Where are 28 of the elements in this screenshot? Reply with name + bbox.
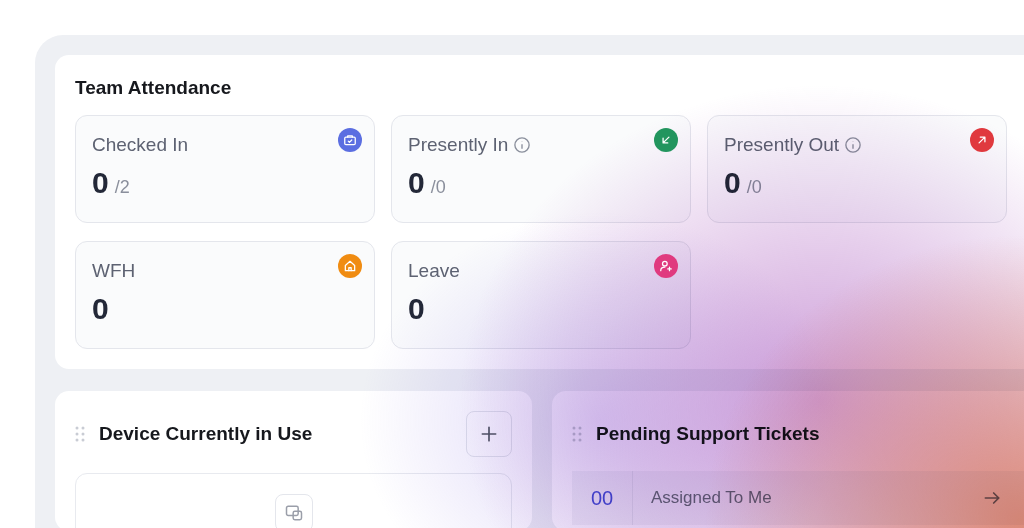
panel-title: Pending Support Tickets: [596, 423, 821, 445]
info-icon[interactable]: [844, 136, 863, 154]
ticket-row[interactable]: 00 Assigned To Me: [572, 471, 1024, 525]
plus-icon: [479, 424, 499, 444]
info-icon[interactable]: [513, 136, 532, 154]
panel-title: Device Currently in Use: [99, 423, 314, 445]
stat-total: /2: [114, 177, 130, 198]
stat-value: 0: [92, 292, 109, 326]
user-add-icon: [659, 259, 673, 273]
stat-label: Leave: [408, 260, 460, 282]
stat-label: WFH: [92, 260, 136, 282]
stat-value: 0: [408, 166, 425, 200]
ticket-label: Assigned To Me: [650, 488, 773, 508]
stat-label: Presently In: [408, 134, 509, 156]
stat-total: /0: [430, 177, 446, 198]
stat-value: 0: [408, 292, 425, 326]
ticket-count: 00: [572, 471, 633, 525]
stat-value: 0: [92, 166, 109, 200]
section-title: Team Attendance: [75, 77, 233, 99]
home-icon: [343, 259, 357, 273]
add-button[interactable]: [466, 411, 512, 457]
stat-total: /0: [746, 177, 762, 198]
stat-label: Presently Out: [724, 134, 840, 156]
stat-label: Checked In: [92, 134, 189, 156]
drag-handle-icon[interactable]: [75, 426, 85, 442]
stat-value: 0: [724, 166, 741, 200]
drag-handle-icon[interactable]: [572, 426, 582, 442]
briefcase-check-icon: [343, 133, 357, 147]
